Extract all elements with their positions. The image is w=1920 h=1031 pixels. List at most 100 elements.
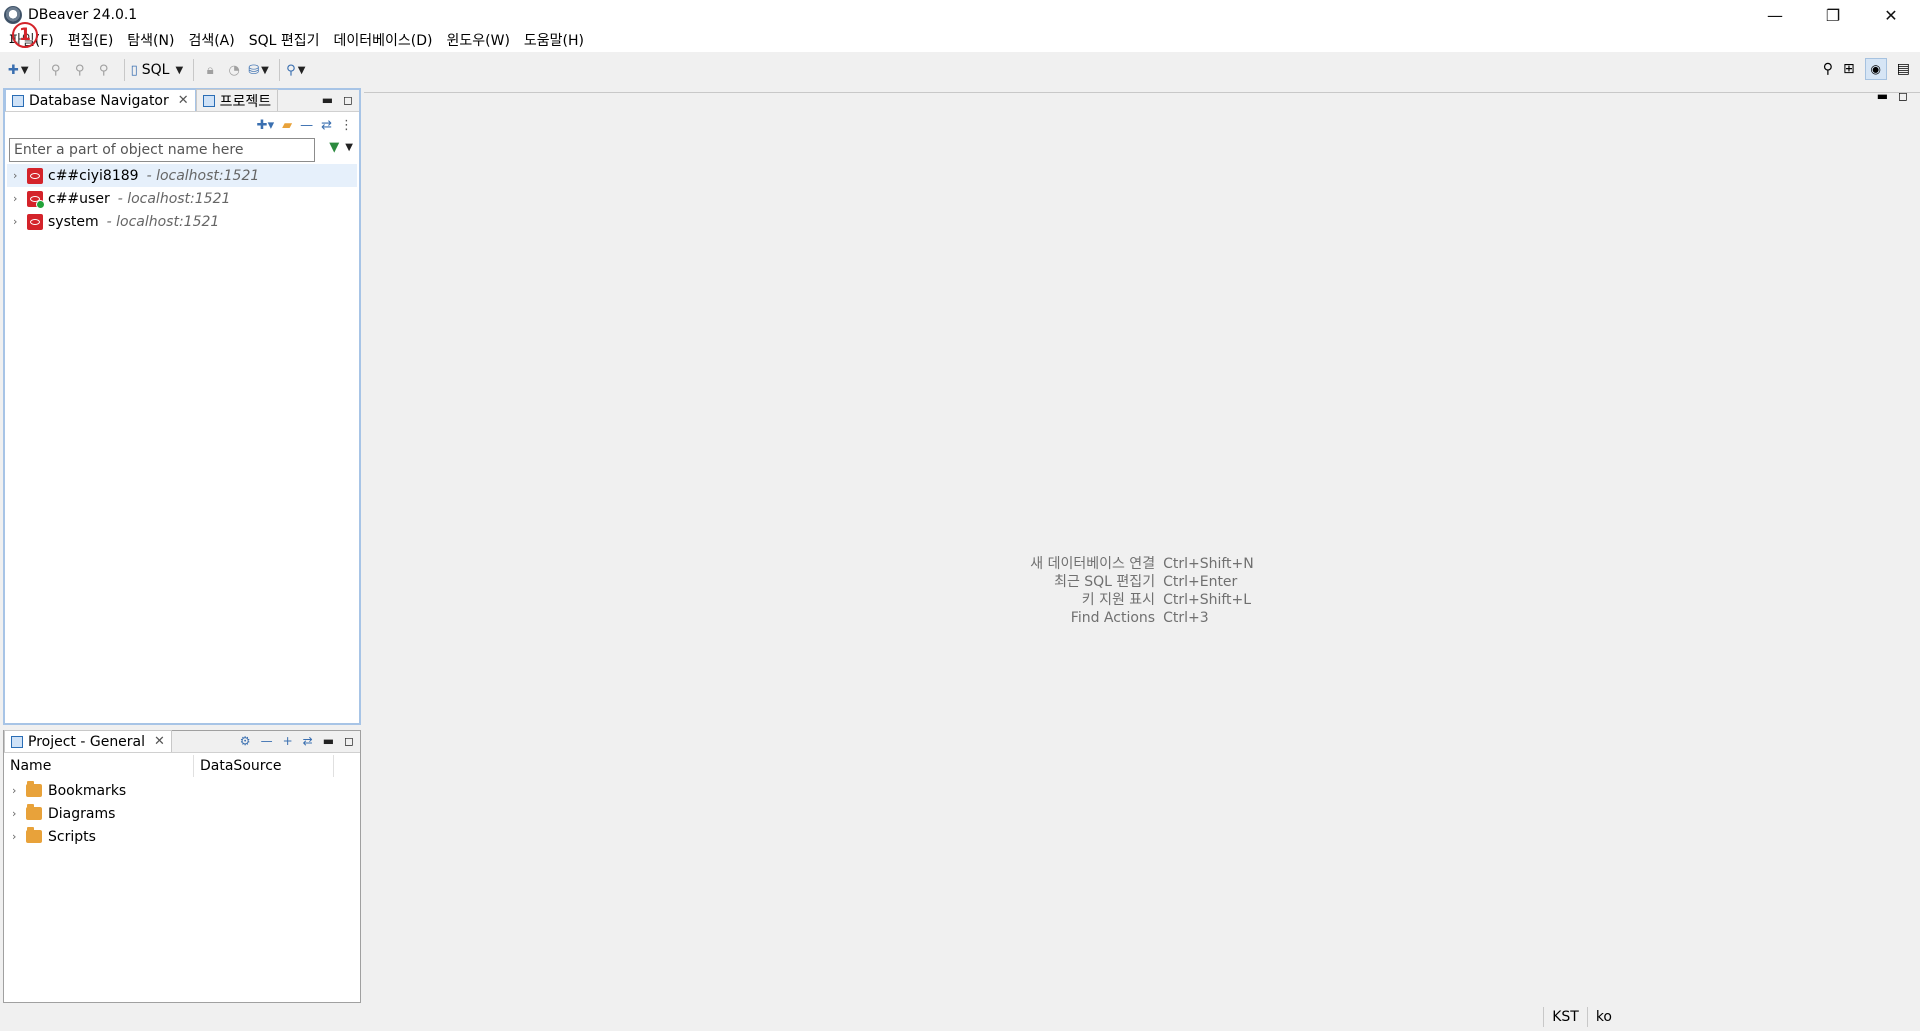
project-tree: › Bookmarks › Diagrams › Scripts [6,779,358,848]
menu-window[interactable]: 윈도우(W) [440,30,517,52]
project-icon [202,94,215,107]
collapse-all-icon[interactable]: — [300,118,313,133]
chevron-down-icon: ▼ [297,64,306,76]
window-controls: — ❐ ✕ [1746,0,1920,30]
hint-keys: Ctrl+Shift+N Ctrl+Enter Ctrl+Shift+L Ctr… [1163,555,1254,627]
expand-icon[interactable]: › [13,192,27,205]
menu-sql-editor[interactable]: SQL 편집기 [242,30,327,52]
column-header-datasource[interactable]: DataSource [194,755,334,777]
shortcut-find-actions: Ctrl+3 [1163,610,1209,626]
diagrams-folder-icon [26,804,42,820]
sql-file-icon: ▯ [130,62,138,78]
commit-icon: ⛁ [248,62,260,78]
link-editor-icon[interactable]: ⇄ [303,734,313,748]
close-button[interactable]: ✕ [1862,0,1920,30]
expand-icon[interactable]: › [12,807,26,820]
menu-edit[interactable]: 편집(E) [61,30,121,52]
dbeaver-perspective-button[interactable]: ◉ [1864,58,1887,80]
maximize-panel-icon[interactable]: ◻ [343,93,353,107]
tab-database-navigator[interactable]: Database Navigator ✕ [5,89,196,111]
tree-item-label: Bookmarks [48,782,127,799]
quick-search-icon[interactable]: ⚲ [1823,61,1833,77]
tree-item-bookmarks[interactable]: › Bookmarks [6,779,358,802]
close-icon[interactable]: ✕ [154,734,165,749]
hint-recent-sql-editor: 최근 SQL 편집기 [1054,574,1156,590]
column-header-name[interactable]: Name [4,755,194,777]
sql-button-label: SQL [141,62,170,78]
search-button[interactable]: ⚲ ▼ [286,58,306,82]
connection-name: c##user [48,190,110,207]
panel-window-controls: ▬ ◻ [322,93,353,107]
step-number-badge: 1 [12,22,38,48]
connect-button[interactable]: ⚲ [46,58,66,82]
main-toolbar: ✚ ▼ ⚲ ⚲ ⚲ ▯ SQL ▼ 🔒︎ ◔ ⛁ ▼ ⚲ ▼ ⚲ ⊞ ◉ ▤ [0,52,1920,88]
shortcut-recent-sql-editor: Ctrl+Enter [1163,574,1238,590]
status-locale: ko [1586,1007,1620,1027]
tree-item-connection[interactable]: › c##ciyi8189 - localhost:1521 [7,164,357,187]
expand-all-icon[interactable]: + [283,734,293,748]
sql-editor-button[interactable]: ▯ SQL ▼ [131,58,184,82]
menu-database[interactable]: 데이터베이스(D) [327,30,440,52]
expand-icon[interactable]: › [12,784,26,797]
tab-label: 프로젝트 [219,93,272,110]
minimize-button[interactable]: — [1746,0,1804,30]
minimize-panel-icon[interactable]: ▬ [323,734,334,748]
oracle-connected-icon [27,190,45,209]
tab-label: Database Navigator [29,92,169,109]
expand-icon[interactable]: › [13,169,27,182]
commit-mode-button[interactable]: ⛁ ▼ [248,58,269,82]
filter-button[interactable]: ▼ ▼ [329,140,353,155]
tree-item-connection[interactable]: › system - localhost:1521 [7,210,357,233]
new-connection-icon[interactable]: ✚▾ [257,118,274,133]
maximize-button[interactable]: ❐ [1804,0,1862,30]
hint-find-actions: Find Actions [1070,610,1156,626]
project-icon [11,735,23,748]
scripts-folder-icon [26,827,42,843]
editor-area[interactable]: ▬ ◻ 새 데이터베이스 연결 최근 SQL 편집기 키 지원 표시 Find … [364,89,1920,1003]
reconnect-button[interactable]: ⚲ [70,58,90,82]
menu-search[interactable]: 검색(A) [181,30,241,52]
tree-item-connection[interactable]: › c##user - localhost:1521 [7,187,357,210]
new-folder-icon[interactable]: ▰ [282,118,292,133]
dbeaver-perspective-icon: ◉ [1870,62,1881,76]
tree-item-diagrams[interactable]: › Diagrams [6,802,358,825]
open-perspective-icon[interactable]: ⊞ [1843,61,1855,77]
project-tab-strip: Project - General ✕ ⚙ — + ⇄ ▬ ◻ [4,730,360,753]
new-connection-button[interactable]: ✚ ▼ [8,58,29,82]
transaction-icon: ◔ [228,62,240,78]
connection-host: - localhost:1521 [117,190,231,207]
chevron-down-icon: ▼ [345,142,353,153]
collapse-all-icon[interactable]: — [261,734,273,748]
database-navigator-panel: Database Navigator ✕ 프로젝트 ▬ ◻ ✚▾ ▰ — ⇄ ⋮… [3,88,361,725]
link-editor-icon[interactable]: ⇄ [321,118,332,133]
tree-item-scripts[interactable]: › Scripts [6,825,358,848]
navigator-toolbar: ✚▾ ▰ — ⇄ ⋮ [257,114,353,136]
minimize-panel-icon[interactable]: ▬ [322,93,333,107]
minimize-panel-icon[interactable]: ▬ [1877,89,1888,103]
connection-host: - localhost:1521 [146,167,260,184]
menu-help[interactable]: 도움말(H) [517,30,591,52]
disconnect-button[interactable]: ⚲ [94,58,114,82]
other-perspective-icon[interactable]: ▤ [1897,61,1910,77]
toolbar-separator [123,59,125,81]
tab-project-general[interactable]: Project - General ✕ [4,730,172,752]
maximize-panel-icon[interactable]: ◻ [1898,89,1908,103]
editor-shortcut-hints: 새 데이터베이스 연결 최근 SQL 편집기 키 지원 표시 Find Acti… [364,555,1920,627]
tree-item-label: Diagrams [48,805,116,822]
hint-new-connection: 새 데이터베이스 연결 [1030,556,1156,572]
configure-icon[interactable]: ⚙ [240,734,251,748]
maximize-panel-icon[interactable]: ◻ [344,734,354,748]
lock-button[interactable]: 🔒︎ [200,58,220,82]
expand-icon[interactable]: › [13,215,27,228]
view-menu-icon[interactable]: ⋮ [340,118,353,133]
tree-item-label: Scripts [48,828,96,845]
navigator-filter-input[interactable] [9,138,315,162]
menu-navigate[interactable]: 탐색(N) [120,30,181,52]
expand-icon[interactable]: › [12,830,26,843]
tab-projects[interactable]: 프로젝트 [195,89,279,111]
close-icon[interactable]: ✕ [178,93,189,108]
reconnect-icon: ⚲ [74,62,85,78]
editor-window-controls: ▬ ◻ [1877,89,1908,103]
transaction-button[interactable]: ◔ [224,58,244,82]
toolbar-separator [38,59,40,81]
